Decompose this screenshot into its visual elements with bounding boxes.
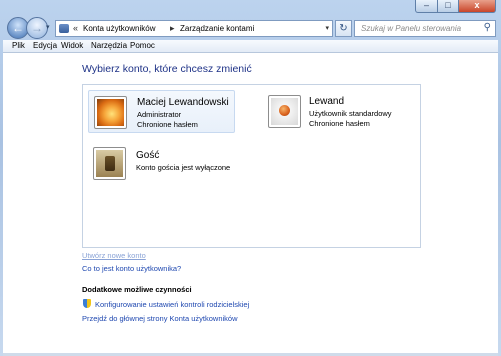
- menu-help[interactable]: Pomoc: [130, 41, 155, 50]
- account-role: Administrator: [137, 110, 182, 119]
- account-name: Gość: [136, 150, 160, 161]
- menu-view[interactable]: Widok: [61, 41, 83, 50]
- breadcrumb-user-accounts[interactable]: Konta użytkowników: [83, 24, 155, 33]
- menu-bar: Plik Edycja Widok Narzędzia Pomoc: [3, 40, 498, 53]
- account-status: Chronione hasłem: [137, 120, 198, 129]
- avatar: [94, 96, 127, 129]
- account-tile-lewand[interactable]: Lewand Użytkownik standardowy Chronione …: [264, 90, 414, 133]
- arrow-left-icon: ←: [12, 21, 24, 35]
- guest-picture-icon: [96, 150, 123, 177]
- account-role: Użytkownik standardowy: [309, 109, 392, 118]
- account-name: Lewand: [309, 96, 345, 107]
- title-bar: – □ x: [0, 0, 501, 13]
- refresh-button[interactable]: ↻: [335, 20, 352, 37]
- close-button[interactable]: x: [459, 0, 496, 13]
- control-panel-window: – □ x ← → ▾ « Konta użytkowników ▸ Zarzą…: [0, 0, 501, 356]
- address-bar[interactable]: « Konta użytkowników ▸ Zarządzanie konta…: [55, 20, 333, 37]
- content-area: Wybierz konto, które chcesz zmienić Maci…: [3, 53, 498, 353]
- recent-pages-dropdown[interactable]: ▾: [46, 23, 50, 31]
- user-accounts-home-link[interactable]: Przejdź do głównej strony Konta użytkown…: [82, 314, 238, 323]
- search-placeholder: Szukaj w Panelu sterowania: [361, 24, 462, 33]
- breadcrumb-separator[interactable]: ▸: [170, 23, 175, 34]
- menu-edit[interactable]: Edycja: [33, 41, 57, 50]
- robot-picture-icon: [271, 98, 298, 125]
- maximize-button[interactable]: □: [438, 0, 459, 13]
- flower-picture-icon: [97, 99, 124, 126]
- account-tile-maciej[interactable]: Maciej Lewandowski Administrator Chronio…: [88, 90, 235, 133]
- breadcrumb-overflow[interactable]: «: [73, 23, 78, 33]
- parental-controls-link[interactable]: Konfigurowanie ustawień kontroli rodzici…: [95, 300, 249, 309]
- what-is-account-link[interactable]: Co to jest konto użytkownika?: [82, 264, 181, 273]
- menu-file[interactable]: Plik: [12, 41, 25, 50]
- shield-icon: [83, 299, 91, 308]
- arrow-right-icon: →: [31, 21, 43, 35]
- navigation-bar: ← → ▾ « Konta użytkowników ▸ Zarządzanie…: [0, 14, 501, 40]
- window-controls: – □ x: [415, 0, 496, 13]
- additional-tasks-title: Dodatkowe możliwe czynności: [82, 285, 192, 294]
- avatar: [93, 147, 126, 180]
- minimize-button[interactable]: –: [415, 0, 438, 13]
- account-status: Chronione hasłem: [309, 119, 370, 128]
- create-account-link[interactable]: Utwórz nowe konto: [82, 251, 146, 260]
- avatar: [268, 95, 301, 128]
- refresh-icon: ↻: [339, 23, 348, 34]
- search-icon[interactable]: ⚲: [484, 22, 491, 33]
- search-box[interactable]: Szukaj w Panelu sterowania ⚲: [354, 20, 496, 37]
- control-panel-icon: [59, 24, 69, 33]
- account-tile-guest[interactable]: Gość Konto gościa jest wyłączone: [88, 142, 248, 185]
- address-dropdown[interactable]: ▾: [325, 24, 329, 32]
- page-title: Wybierz konto, które chcesz zmienić: [82, 63, 252, 75]
- forward-button[interactable]: →: [26, 17, 48, 39]
- breadcrumb-manage-accounts[interactable]: Zarządzanie kontami: [180, 24, 254, 33]
- account-name: Maciej Lewandowski: [137, 97, 229, 108]
- menu-tools[interactable]: Narzędzia: [91, 41, 127, 50]
- account-role: Konto gościa jest wyłączone: [136, 163, 231, 172]
- accounts-panel: Maciej Lewandowski Administrator Chronio…: [82, 84, 421, 248]
